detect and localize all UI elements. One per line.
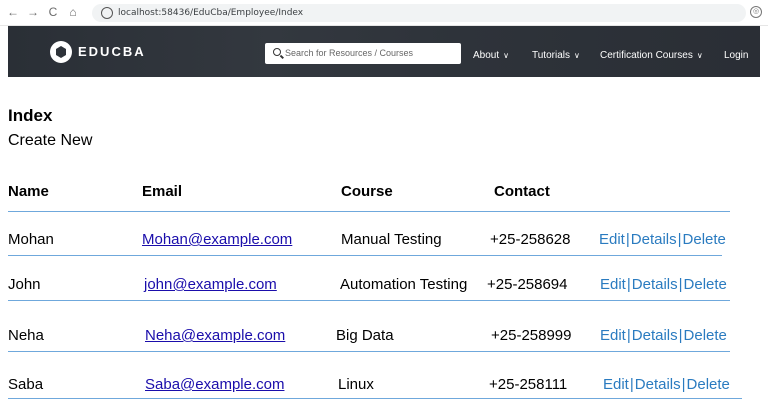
site-info-icon[interactable] <box>101 7 113 19</box>
cell-course: Manual Testing <box>341 231 442 248</box>
cell-course: Linux <box>338 376 374 393</box>
cell-contact: +25-258111 <box>489 376 568 393</box>
cell-course: Big Data <box>336 327 394 344</box>
create-new-link[interactable]: Create New <box>8 132 92 150</box>
row-actions: Edit|Details|Delete <box>599 231 726 249</box>
details-link[interactable]: Details <box>632 276 678 293</box>
cell-name: Saba <box>8 376 44 393</box>
cell-name: Neha <box>8 327 44 344</box>
nav-certification-label: Certification Courses <box>600 50 693 61</box>
cell-contact: +25-258694 <box>487 276 568 293</box>
search-icon[interactable] <box>273 48 281 56</box>
search-box[interactable] <box>265 43 461 64</box>
educba-logo-icon[interactable] <box>50 41 72 63</box>
cell-name: John <box>8 276 41 293</box>
url-text[interactable]: localhost:58436/EduCba/Employee/Index <box>118 7 303 19</box>
row-divider <box>8 300 730 301</box>
email-link[interactable]: Saba@example.com <box>145 376 284 394</box>
email-link[interactable]: john@example.com <box>144 276 277 294</box>
delete-link[interactable]: Delete <box>684 276 727 293</box>
nav-certification-courses[interactable]: Certification Courses ∨ <box>600 50 703 62</box>
header-divider <box>8 211 730 212</box>
forward-arrow-icon[interactable]: → <box>26 5 40 19</box>
details-link[interactable]: Details <box>635 376 681 393</box>
row-divider <box>8 255 722 256</box>
column-header-contact: Contact <box>494 183 550 200</box>
delete-link[interactable]: Delete <box>684 327 727 344</box>
cell-contact: +25-258628 <box>490 231 571 248</box>
edit-link[interactable]: Edit <box>603 376 629 393</box>
edit-link[interactable]: Edit <box>600 276 626 293</box>
back-arrow-icon[interactable]: ← <box>6 5 20 19</box>
logo-text[interactable]: EDUCBA <box>78 44 146 59</box>
chevron-down-icon: ∨ <box>503 51 509 60</box>
page-title: Index <box>8 106 53 125</box>
reload-icon[interactable]: C <box>46 5 60 19</box>
row-divider <box>8 398 742 399</box>
browser-toolbar: ← → C ⌂ localhost:58436/EduCba/Employee/… <box>0 0 768 26</box>
nav-about-label: About <box>473 50 500 61</box>
delete-link[interactable]: Delete <box>687 376 730 393</box>
nav-tutorials[interactable]: Tutorials ∨ <box>532 50 580 62</box>
address-bar[interactable]: localhost:58436/EduCba/Employee/Index <box>92 4 746 22</box>
delete-link[interactable]: Delete <box>683 231 726 248</box>
edit-link[interactable]: Edit <box>600 327 626 344</box>
cell-course: Automation Testing <box>340 276 468 293</box>
email-link[interactable]: Mohan@example.com <box>142 231 292 249</box>
column-header-name: Name <box>8 183 49 200</box>
row-actions: Edit|Details|Delete <box>603 376 730 394</box>
cell-name: Mohan <box>8 231 54 248</box>
column-header-email: Email <box>142 183 183 200</box>
column-header-course: Course <box>341 183 393 200</box>
row-divider <box>8 351 730 352</box>
row-actions: Edit|Details|Delete <box>600 327 727 345</box>
site-header: EDUCBA About∨ Tutorials∨ Certification C… <box>8 26 760 77</box>
chevron-down-icon: ∨ <box>696 51 703 60</box>
chevron-down-icon: ∨ <box>573 51 580 60</box>
email-link[interactable]: Neha@example.com <box>145 327 285 345</box>
nav-about[interactable]: About ∨ <box>473 50 509 62</box>
search-input[interactable] <box>285 45 455 61</box>
extension-icon[interactable]: ◎ <box>750 6 762 18</box>
nav-tutorials-label: Tutorials <box>532 50 570 61</box>
nav-login[interactable]: Login <box>724 50 748 62</box>
details-link[interactable]: Details <box>631 231 677 248</box>
edit-link[interactable]: Edit <box>599 231 625 248</box>
cell-contact: +25-258999 <box>491 327 572 344</box>
row-actions: Edit|Details|Delete <box>600 276 727 294</box>
home-icon[interactable]: ⌂ <box>66 5 80 19</box>
details-link[interactable]: Details <box>632 327 678 344</box>
